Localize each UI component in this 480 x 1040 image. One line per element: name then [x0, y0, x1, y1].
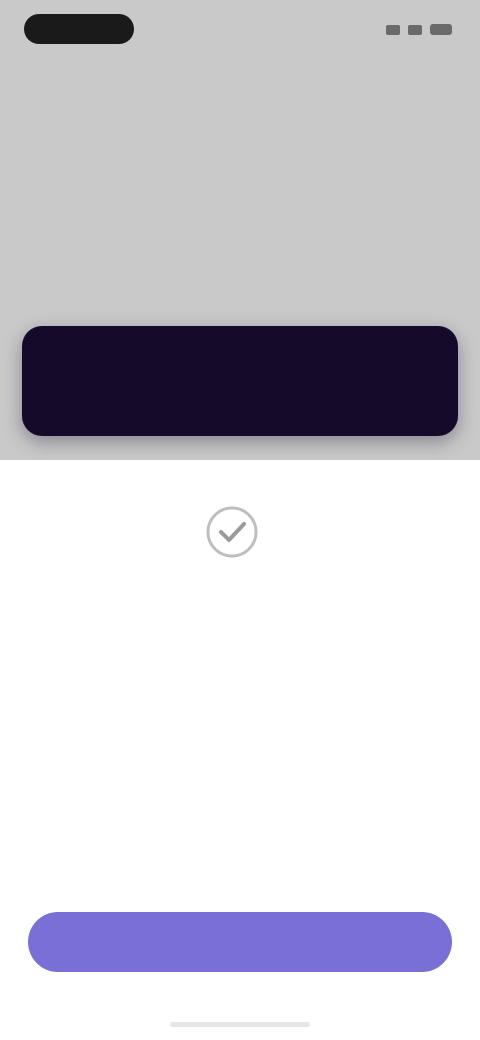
status-time	[24, 14, 134, 44]
signal-icon	[386, 24, 400, 35]
wifi-icon	[408, 24, 422, 35]
status-bar	[0, 0, 480, 60]
check-circle-icon	[200, 500, 264, 564]
dark-card[interactable]	[22, 326, 458, 436]
status-icons	[386, 24, 452, 35]
dimmed-background-area	[0, 0, 480, 460]
primary-button[interactable]	[28, 912, 452, 972]
home-indicator	[170, 1022, 310, 1027]
battery-icon	[430, 24, 452, 35]
